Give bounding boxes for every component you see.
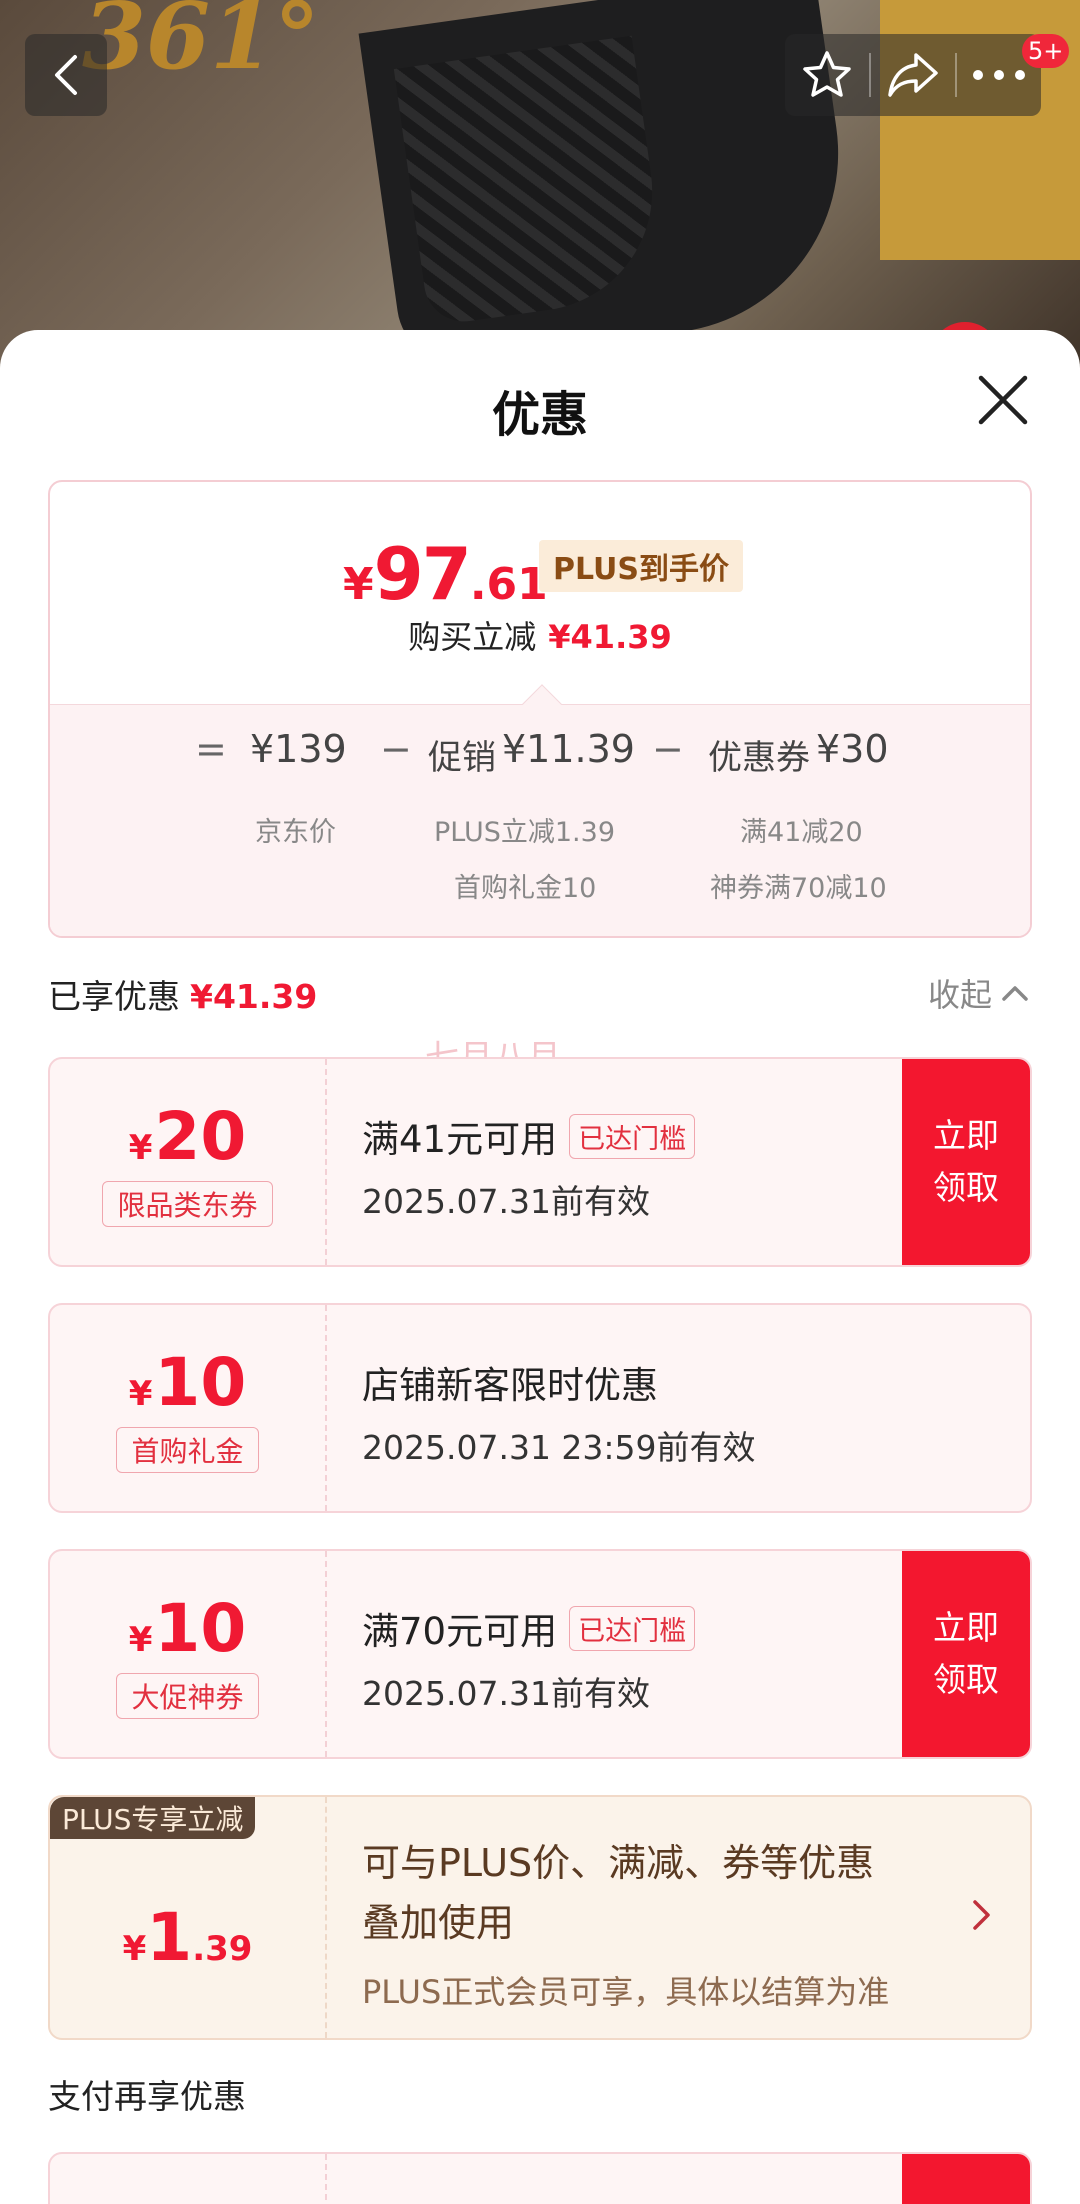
- threshold-met-badge: 已达门槛: [569, 1605, 696, 1651]
- claim-label: 领取: [933, 1168, 999, 1207]
- coupon-amount: ¥10: [129, 1344, 247, 1421]
- plus-amount-area: ¥ 1 .39: [50, 1837, 325, 2037]
- claim-coupon-button[interactable]: [902, 2154, 1030, 2204]
- share-button[interactable]: [871, 34, 955, 116]
- amount-value: 10: [154, 1343, 247, 1421]
- coupon-type-tag: 首购礼金: [116, 1426, 259, 1473]
- claim-label: 立即: [933, 1608, 999, 1647]
- brand-logo: 361°: [82, 0, 321, 90]
- claim-coupon-button[interactable]: 立即 领取: [902, 1059, 1030, 1265]
- plus-price-badge: PLUS到手价: [539, 540, 744, 592]
- claim-label: 立即: [933, 1116, 999, 1155]
- share-icon: [888, 53, 938, 97]
- claim-coupon-button[interactable]: 立即 领取: [902, 1551, 1030, 1757]
- currency-symbol: ¥: [128, 1373, 153, 1414]
- price-summary: ¥ 97 .61 PLUS到手价 购买立减 ¥41.39 = ¥139 − 促销 …: [48, 480, 1032, 938]
- equals-sign: =: [195, 727, 227, 771]
- close-icon: [978, 375, 1028, 425]
- payment-offer-card: [48, 2152, 1032, 2204]
- minus-sign: −: [380, 727, 412, 771]
- currency-symbol: ¥: [343, 559, 374, 610]
- favorite-button[interactable]: [785, 34, 869, 116]
- amount-value: 1: [146, 1898, 193, 1976]
- coupon-amount-area: ¥10 首购礼金: [50, 1305, 325, 1511]
- coupon-divider: [325, 2154, 327, 2204]
- screen: 361° 5+ 优惠 ¥ 97 .61 PLUS到手价 购买立减 ¥41.39 …: [0, 0, 1080, 2204]
- collapse-label: 收起: [928, 976, 993, 1014]
- coupon-label: 优惠券: [708, 738, 810, 778]
- amount-value: 20: [154, 1097, 247, 1175]
- price-formula: = ¥139 − 促销 ¥11.39 − 优惠券 ¥30: [50, 727, 1030, 787]
- currency-symbol: ¥: [122, 1928, 147, 1969]
- coupon-amount: ¥20: [129, 1098, 247, 1175]
- enjoyed-value: ¥41.39: [190, 977, 318, 1016]
- close-button[interactable]: [975, 372, 1031, 428]
- claim-label: 领取: [933, 1660, 999, 1699]
- notification-badge: 5+: [1022, 34, 1070, 68]
- coupon-info: 店铺新客限时优惠 2025.07.31 23:59前有效: [362, 1355, 756, 1469]
- star-icon: [803, 51, 851, 97]
- coupon-divider: [325, 1059, 327, 1265]
- price-decimal: .61: [469, 559, 548, 610]
- coupon-amount: ¥10: [129, 1590, 247, 1667]
- jd-price: ¥139: [250, 727, 347, 771]
- plus-note: PLUS正式会员可享，具体以结算为准: [362, 1973, 890, 2011]
- coupon-caption: 神券满70减10: [710, 873, 887, 904]
- plus-exclusive-tag: PLUS专享立减: [50, 1797, 256, 1839]
- plus-description: 可与PLUS价、满减、券等优惠 叠加使用: [362, 1833, 962, 1953]
- enjoyed-label: 已享优惠: [48, 977, 180, 1016]
- minus-sign: −: [652, 727, 684, 771]
- coupon-divider: [325, 1305, 327, 1511]
- currency-symbol: ¥: [128, 1619, 153, 1660]
- plus-description-line: 叠加使用: [362, 1901, 515, 1945]
- promo-caption: 首购礼金10: [454, 873, 597, 904]
- promo-value: ¥11.39: [502, 727, 635, 771]
- instant-discount: 购买立减 ¥41.39: [50, 612, 1030, 658]
- coupon-caption: 满41减20: [740, 817, 863, 848]
- coupon-value: ¥30: [816, 727, 889, 771]
- amount-value: 10: [154, 1589, 247, 1667]
- amount-decimal: .39: [192, 1928, 253, 1969]
- price-integer: 97: [373, 532, 472, 616]
- coupon-type-tag: 大促神券: [116, 1672, 259, 1719]
- plus-offer-card[interactable]: PLUS专享立减 ¥ 1 .39 可与PLUS价、满减、券等优惠 叠加使用 PL…: [48, 1795, 1032, 2040]
- coupon-amount-area: ¥20 限品类东券: [50, 1059, 325, 1265]
- coupon-validity: 2025.07.31前有效: [362, 1674, 650, 1713]
- collapse-toggle[interactable]: 收起: [928, 970, 1030, 1016]
- promo-label: 促销: [428, 738, 496, 778]
- final-price: ¥ 97 .61: [343, 532, 548, 616]
- payment-offers-heading: 支付再享优惠: [48, 2077, 246, 2116]
- coupon-condition: 店铺新客限时优惠: [362, 1364, 658, 1407]
- coupon-info: 满41元可用 已达门槛 2025.07.31前有效: [362, 1109, 696, 1223]
- threshold-met-badge: 已达门槛: [569, 1113, 696, 1159]
- coupon-divider: [325, 1551, 327, 1757]
- coupon-info: 满70元可用 已达门槛 2025.07.31前有效: [362, 1601, 696, 1715]
- coupon-amount-area: ¥10 大促神券: [50, 1551, 325, 1757]
- jd-price-caption: 京东价: [255, 817, 336, 848]
- plus-description-line: 可与PLUS价、满减、券等优惠: [362, 1841, 875, 1885]
- currency-symbol: ¥: [128, 1127, 153, 1168]
- coupon-card: ¥10 首购礼金 店铺新客限时优惠 2025.07.31 23:59前有效: [48, 1303, 1032, 1513]
- back-button[interactable]: [25, 34, 107, 116]
- chevron-left-icon: [55, 55, 77, 95]
- promo-caption: PLUS立减1.39: [434, 817, 615, 848]
- coupon-condition: 满70元可用: [362, 1610, 558, 1653]
- chevron-up-icon: [1002, 986, 1028, 1001]
- coupon-type-tag: 限品类东券: [102, 1180, 273, 1227]
- coupon-validity: 2025.07.31 23:59前有效: [362, 1428, 756, 1467]
- sheet-title: 优惠: [491, 387, 588, 443]
- coupon-validity: 2025.07.31前有效: [362, 1182, 650, 1221]
- instant-label: 购买立减: [408, 618, 537, 656]
- coupon-condition: 满41元可用: [362, 1118, 558, 1161]
- plus-divider: [325, 1797, 327, 2038]
- coupon-card: ¥20 限品类东券 满41元可用 已达门槛 2025.07.31前有效 立即 领取: [48, 1057, 1032, 1267]
- enjoyed-discount: 已享优惠 ¥41.39: [48, 970, 317, 1018]
- discount-sheet: 优惠 ¥ 97 .61 PLUS到手价 购买立减 ¥41.39 = ¥139 − …: [0, 330, 1080, 2204]
- top-action-group: [785, 34, 1041, 116]
- instant-value: ¥41.39: [548, 618, 672, 656]
- plus-amount: ¥ 1 .39: [123, 1899, 253, 1976]
- more-dots-icon: [973, 70, 1025, 80]
- coupon-card: ¥10 大促神券 满70元可用 已达门槛 2025.07.31前有效 立即 领取: [48, 1549, 1032, 1759]
- chevron-right-icon: [973, 1900, 990, 1930]
